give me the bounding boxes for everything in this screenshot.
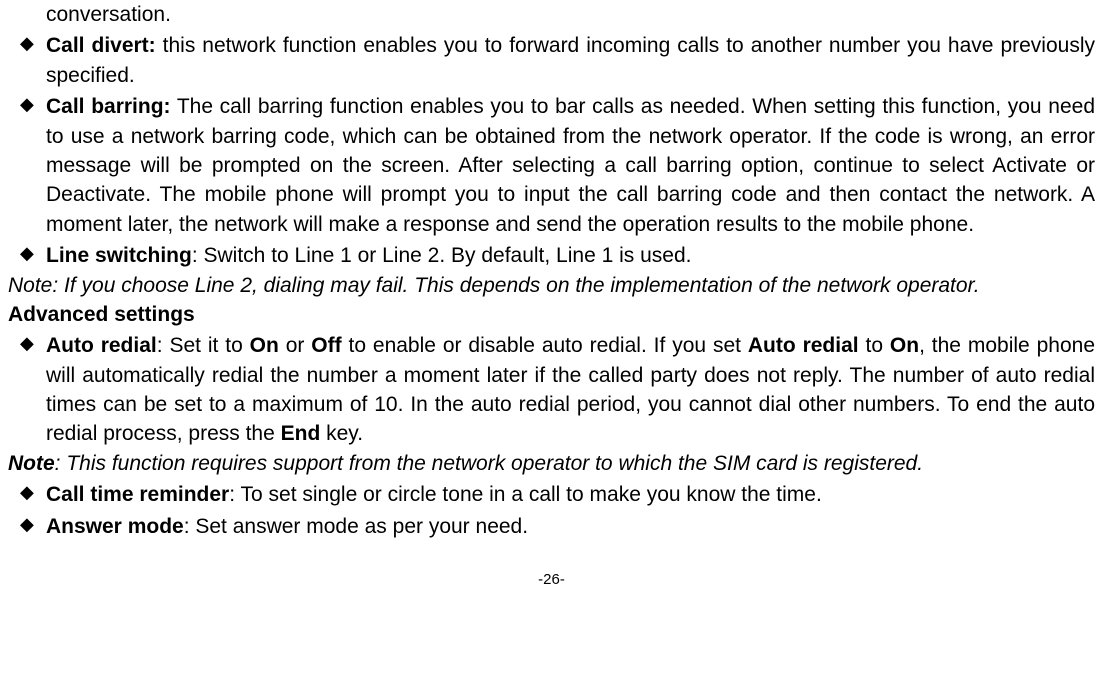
feature-text: The call barring function enables you to… — [46, 95, 1095, 236]
note-label: Note — [8, 452, 55, 475]
bullet-text: Answer mode: Set answer mode as per your… — [46, 512, 1095, 541]
feature-label: Call time reminder — [46, 483, 229, 506]
t: to enable or disable auto redial. If you… — [342, 334, 748, 357]
bullet-answer-mode: ◆ Answer mode: Set answer mode as per yo… — [8, 512, 1095, 541]
feature-text: : To set single or circle tone in a call… — [229, 483, 822, 506]
diamond-icon: ◆ — [20, 331, 46, 449]
t: or — [279, 334, 311, 357]
feature-text: : Switch to Line 1 or Line 2. By default… — [192, 244, 692, 267]
feature-text: : Set answer mode as per your need. — [184, 515, 528, 538]
note-text: : This function requires support from th… — [55, 452, 923, 475]
note-line-1: Note: If you choose Line 2, dialing may … — [8, 271, 1095, 300]
bold-on: On — [250, 334, 279, 357]
feature-label: Call barring: — [46, 95, 171, 118]
bullet-call-time-reminder: ◆ Call time reminder: To set single or c… — [8, 480, 1095, 509]
bullet-call-barring: ◆ Call barring: The call barring functio… — [8, 92, 1095, 239]
bullet-line-switching: ◆ Line switching: Switch to Line 1 or Li… — [8, 241, 1095, 270]
diamond-icon: ◆ — [20, 241, 46, 270]
diamond-icon: ◆ — [20, 31, 46, 90]
t: to — [859, 334, 890, 357]
bold-end: End — [281, 422, 321, 445]
bullet-text: Line switching: Switch to Line 1 or Line… — [46, 241, 1095, 270]
bullet-text: Call time reminder: To set single or cir… — [46, 480, 1095, 509]
heading-advanced-settings: Advanced settings — [8, 300, 1095, 329]
bold-on: On — [890, 334, 919, 357]
diamond-icon: ◆ — [20, 512, 46, 541]
bold-auto-redial: Auto redial — [748, 334, 859, 357]
bullet-text: Call divert: this network function enabl… — [46, 31, 1095, 90]
feature-label: Answer mode — [46, 515, 184, 538]
feature-label: Line switching — [46, 244, 192, 267]
bold-off: Off — [311, 334, 341, 357]
feature-label: Auto redial — [46, 334, 157, 357]
diamond-icon: ◆ — [20, 92, 46, 239]
note-line-2: Note: This function requires support fro… — [8, 449, 1095, 478]
diamond-icon: ◆ — [20, 480, 46, 509]
bullet-text: Call barring: The call barring function … — [46, 92, 1095, 239]
feature-label: Call divert: — [46, 34, 156, 57]
bullet-auto-redial: ◆ Auto redial: Set it to On or Off to en… — [8, 331, 1095, 449]
feature-text: this network function enables you to for… — [46, 34, 1095, 86]
page-number: -26- — [8, 569, 1095, 590]
t: : Set it to — [157, 334, 250, 357]
bullet-call-divert: ◆ Call divert: this network function ena… — [8, 31, 1095, 90]
document-content: conversation. ◆ Call divert: this networ… — [8, 0, 1095, 541]
bullet-text: Auto redial: Set it to On or Off to enab… — [46, 331, 1095, 449]
t: key. — [320, 422, 363, 445]
text-line-conversation: conversation. — [8, 0, 1095, 29]
